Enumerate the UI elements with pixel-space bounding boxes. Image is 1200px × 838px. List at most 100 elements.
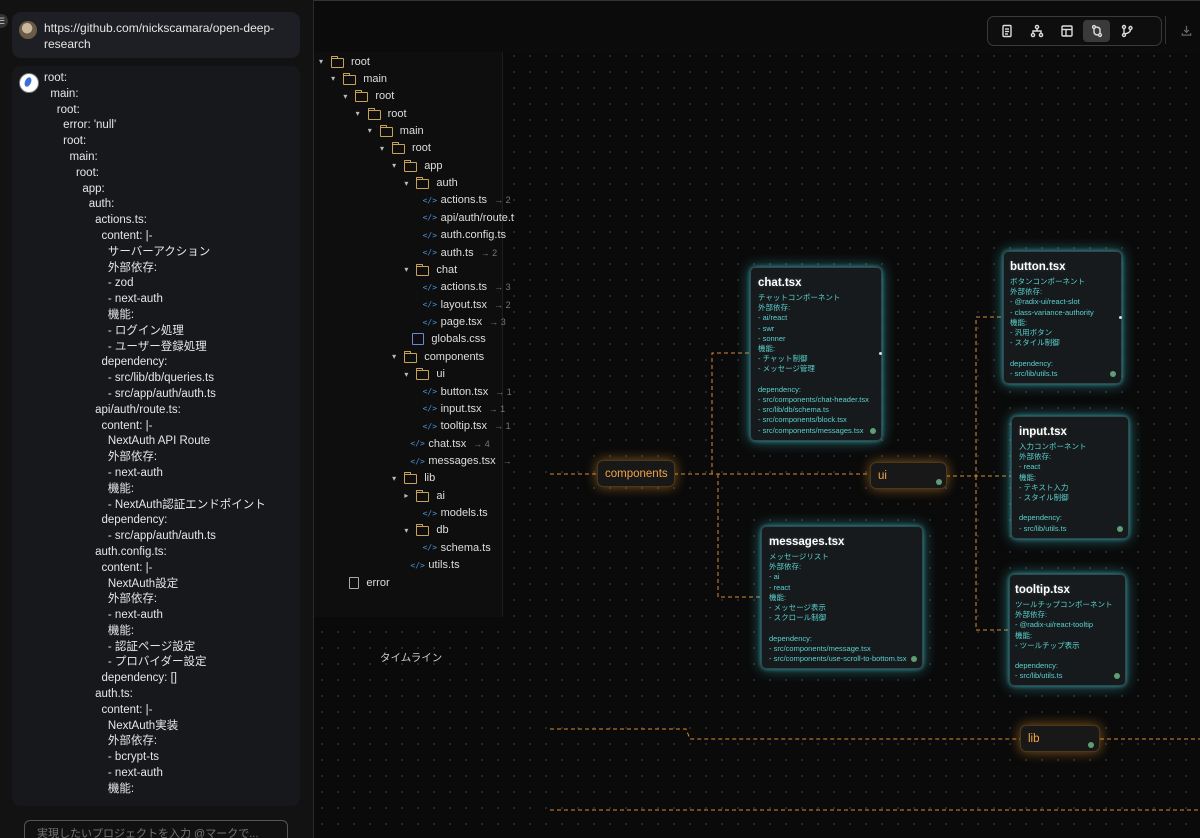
tree-file[interactable]: </> chat.tsx → 4 — [401, 435, 489, 452]
tree-folder[interactable]: ▾ auth — [401, 175, 458, 192]
tree-file[interactable]: </> schema.ts — [414, 539, 491, 556]
document-icon[interactable] — [993, 20, 1020, 42]
tree-file[interactable]: </> tooltip.tsx → 1 — [414, 418, 511, 435]
card-input-body: 入力コンポーネント 外部依存: - react 機能: - テキスト入力 - ス… — [1019, 442, 1087, 533]
tree-file[interactable]: globals.css — [401, 331, 486, 348]
tree-folder[interactable]: ▾ main — [328, 70, 387, 87]
tree-folder[interactable]: ▾ root — [353, 105, 407, 122]
chevron-down-icon[interactable]: ▾ — [389, 474, 399, 483]
layout-icon[interactable] — [1053, 20, 1080, 42]
flow-icon[interactable] — [1083, 20, 1110, 42]
tree-file[interactable]: </> messages.tsx → — [401, 453, 511, 470]
tree-item-label: utils.ts — [428, 559, 460, 572]
tree-item-label: lib — [424, 472, 436, 485]
chevron-down-icon[interactable]: ▾ — [316, 57, 326, 66]
yaml-line: 機能: — [44, 624, 135, 637]
yaml-line: root: — [44, 166, 99, 179]
card-input[interactable]: input.tsx 入力コンポーネント 外部依存: - react 機能: - … — [1011, 416, 1129, 539]
tree-file[interactable]: error — [340, 574, 390, 591]
yaml-line: api/auth/route.ts: — [44, 403, 181, 416]
chevron-down-icon[interactable]: ▾ — [377, 144, 387, 153]
css-file-icon — [412, 333, 425, 346]
tree-item-label: layout.tsx — [440, 298, 488, 311]
folder-icon — [355, 90, 369, 103]
tree-file[interactable]: </> auth.ts → 2 — [414, 244, 498, 261]
tree-file[interactable]: </> button.tsx → 1 — [414, 383, 512, 400]
chevron-down-icon[interactable]: ▾ — [401, 265, 411, 274]
card-chat[interactable]: chat.tsx チャットコンポーネント 外部依存: - ai/react - … — [750, 267, 882, 441]
node-components[interactable]: components — [597, 460, 675, 487]
tree-item-label: components — [424, 350, 485, 363]
chevron-down-icon[interactable]: ▾ — [401, 179, 411, 188]
tree-file[interactable]: </> api/auth/route.t — [414, 209, 514, 226]
folder-icon — [416, 368, 430, 381]
prompt-input-box[interactable] — [24, 820, 288, 838]
folder-icon — [404, 350, 418, 363]
code-file-icon: </> — [422, 421, 438, 431]
tree-item-label: schema.ts — [440, 541, 491, 554]
assistant-message-yaml: root: main: root: error: 'null' root: ma… — [44, 71, 266, 798]
code-file-icon: </> — [422, 213, 438, 223]
tree-folder[interactable]: ▾ components — [389, 348, 484, 365]
yaml-line: - src/app/auth/auth.ts — [44, 530, 216, 543]
chevron-down-icon[interactable]: ▾ — [389, 352, 399, 361]
card-tooltip[interactable]: tooltip.tsx ツールチップコンポーネント 外部依存: - @radix… — [1009, 574, 1126, 686]
view-toolbar — [987, 16, 1162, 46]
tree-file[interactable]: </> utils.ts — [401, 557, 459, 574]
node-ui-status-dot — [936, 479, 942, 485]
tree-folder[interactable]: ▾ db — [401, 522, 449, 539]
dependency-count: → 3 — [494, 282, 511, 293]
yaml-line: auth.config.ts: — [44, 545, 167, 558]
tree-file[interactable]: </> page.tsx → 3 — [414, 314, 506, 331]
timeline-label[interactable]: タイムライン — [380, 650, 442, 665]
prompt-input[interactable] — [35, 827, 279, 838]
folder-icon — [331, 55, 344, 68]
chevron-down-icon[interactable]: ▾ — [401, 370, 411, 379]
chevron-down-icon[interactable]: ▾ — [353, 109, 363, 118]
folder-icon — [379, 124, 393, 137]
card-button[interactable]: button.tsx ボタンコンポーネント 外部依存: - @radix-ui/… — [1003, 251, 1122, 384]
yaml-line: NextAuth設定 — [44, 577, 179, 590]
chevron-down-icon[interactable]: ▾ — [401, 526, 411, 535]
node-ui[interactable]: ui — [870, 462, 947, 489]
tree-file[interactable]: </> models.ts — [414, 505, 488, 522]
yaml-line: auth.ts: — [44, 688, 133, 701]
chevron-down-icon[interactable]: ▾ — [365, 126, 375, 135]
yaml-line: - zod — [44, 277, 134, 290]
yaml-line: content: |- — [44, 703, 153, 716]
tree-folder[interactable]: ▾ app — [389, 157, 443, 174]
chevron-down-icon[interactable]: ▾ — [340, 92, 350, 101]
card-messages[interactable]: messages.tsx メッセージリスト 外部依存: - ai - react… — [761, 526, 923, 669]
node-lib[interactable]: lib — [1020, 725, 1100, 752]
tree-folder[interactable]: ▾ chat — [401, 261, 457, 278]
card-button-status-dot — [1110, 371, 1116, 377]
user-avatar — [19, 21, 37, 39]
card-tooltip-title: tooltip.tsx — [1015, 584, 1070, 596]
tree-file[interactable]: </> layout.tsx → 2 — [414, 296, 511, 313]
folder-icon — [367, 107, 381, 120]
tree-folder[interactable]: ▾ lib — [389, 470, 435, 487]
hierarchy-icon[interactable] — [1023, 20, 1050, 42]
branch-icon[interactable] — [1113, 20, 1140, 42]
tree-file[interactable]: </> auth.config.ts — [414, 227, 506, 244]
chevron-down-icon[interactable]: ▾ — [389, 161, 399, 170]
yaml-line: root: — [44, 135, 87, 148]
tree-folder[interactable]: ▸ ai — [401, 487, 445, 504]
tree-file[interactable]: </> actions.ts → 2 — [414, 192, 511, 209]
yaml-line: - ログイン処理 — [44, 324, 184, 337]
tree-folder[interactable]: ▾ root — [316, 53, 370, 70]
tree-file[interactable]: </> actions.ts → 3 — [414, 279, 511, 296]
tree-folder[interactable]: ▾ main — [365, 122, 424, 139]
tree-folder[interactable]: ▾ root — [340, 88, 394, 105]
yaml-line: auth: — [44, 198, 115, 211]
tree-folder[interactable]: ▾ ui — [401, 366, 445, 383]
node-lib-label: lib — [1028, 732, 1040, 745]
tree-folder[interactable]: ▾ root — [377, 140, 431, 157]
yaml-line: dependency: [] — [44, 672, 177, 685]
chevron-right-icon[interactable]: ▸ — [401, 491, 411, 500]
menu-icon[interactable]: ☰ — [0, 14, 8, 28]
chevron-down-icon[interactable]: ▾ — [328, 74, 338, 83]
yaml-line: - NextAuth認証エンドポイント — [44, 498, 266, 511]
download-icon[interactable] — [1165, 16, 1200, 44]
tree-file[interactable]: </> input.tsx → 1 — [414, 400, 505, 417]
